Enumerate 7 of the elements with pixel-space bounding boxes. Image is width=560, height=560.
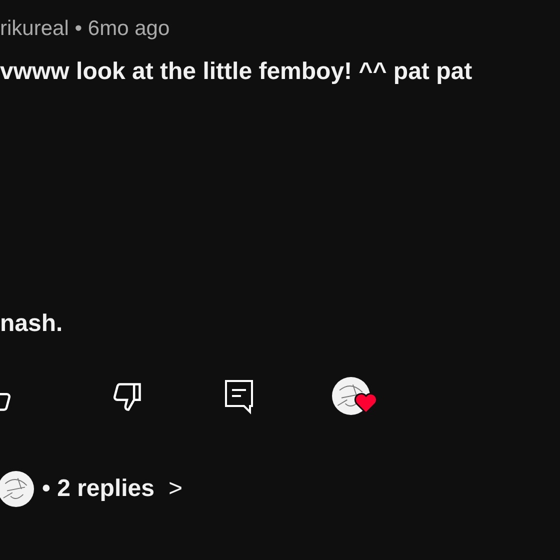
comment-icon[interactable] xyxy=(224,379,254,415)
chevron-icon[interactable]: > xyxy=(168,471,182,507)
comment-text: nash. xyxy=(0,309,64,339)
comment-text: vwww look at the little femboy! ^^ pat pat xyxy=(0,57,474,87)
replies-link[interactable]: • 2 replies xyxy=(42,471,154,507)
reply-avatar xyxy=(0,471,34,507)
comment-header: rikureal • 6mo ago xyxy=(0,16,171,42)
